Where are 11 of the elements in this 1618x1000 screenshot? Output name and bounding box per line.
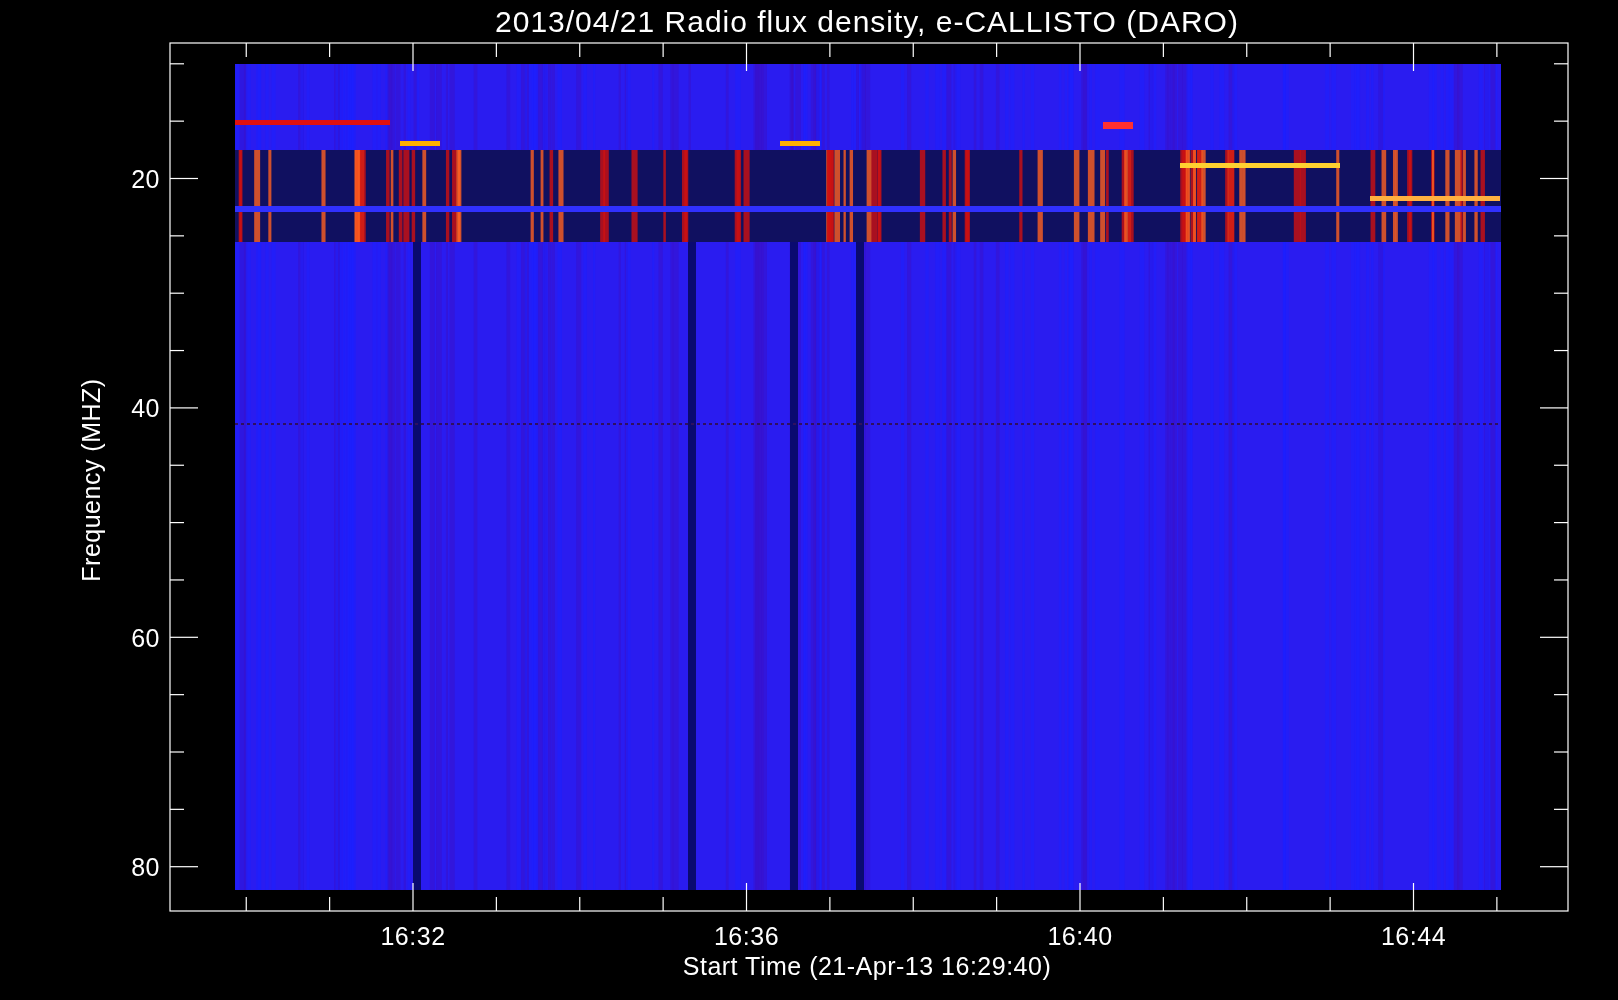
y-tick-label: 80 — [131, 853, 160, 882]
x-tick-label: 16:44 — [1380, 922, 1447, 950]
chart-title: 2013/04/21 Radio flux density, e-CALLISTO (DARO) — [495, 5, 1239, 38]
y-tick-label: 20 — [131, 165, 160, 193]
y-axis-label: Frequency (MHZ) — [77, 378, 105, 582]
y-tick-label: 60 — [131, 623, 160, 652]
y-tick-label: 40 — [131, 394, 160, 423]
x-tick-label: 16:36 — [713, 922, 780, 950]
x-tick-label: 16:40 — [1047, 922, 1113, 950]
x-axis-label: Start Time (21-Apr-13 16:29:40) — [682, 952, 1052, 980]
x-tick-label: 16:32 — [380, 922, 446, 950]
